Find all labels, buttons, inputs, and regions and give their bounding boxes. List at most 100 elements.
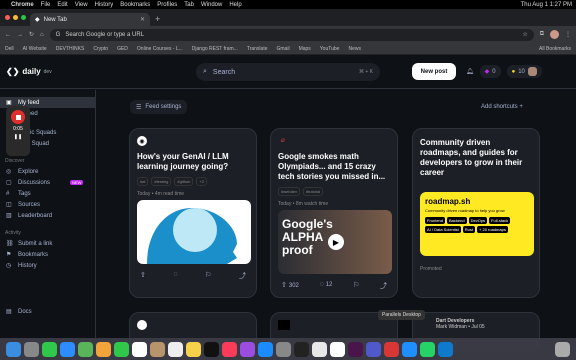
promo-title[interactable]: Community driven roadmaps, and guides fo…	[420, 138, 532, 178]
back-icon[interactable]: ←	[5, 32, 11, 38]
tag[interactable]: #tutorial	[303, 187, 324, 196]
bookmark-item[interactable]: GED	[117, 46, 128, 52]
sidebar-item-discussions[interactable]: ▢ Discussions NEW	[0, 177, 95, 188]
whatsapp-icon[interactable]	[420, 341, 435, 357]
bookmark-item[interactable]: Dell	[5, 46, 14, 52]
post-title[interactable]: Google smokes math Olympiads... and 15 c…	[278, 152, 390, 182]
messages-icon[interactable]	[42, 341, 57, 357]
mail-icon[interactable]	[60, 341, 75, 357]
trash-icon[interactable]	[555, 341, 570, 357]
calendar-icon[interactable]	[132, 341, 147, 357]
sidebar-item-submit-link[interactable]: ⛓ Submit a link	[0, 238, 95, 249]
upvote-button[interactable]: ⇧	[140, 271, 146, 281]
tag[interactable]: #ai	[137, 177, 149, 186]
play-icon[interactable]: ▶	[328, 234, 344, 250]
search-bar[interactable]: ⌕ Search ⌘ + K	[196, 63, 380, 81]
roadmap-banner[interactable]: roadmap.sh Community driven roadmap to h…	[420, 192, 534, 256]
sidebar-item-sources[interactable]: ◫ Sources	[0, 199, 95, 210]
reload-icon[interactable]: ↻	[29, 31, 34, 38]
parallels-icon[interactable]	[384, 341, 399, 357]
home-icon[interactable]: ⌂	[40, 32, 44, 38]
app-name[interactable]: Chrome	[11, 2, 34, 8]
tag[interactable]: #webdev	[278, 187, 301, 196]
tab-new-tab[interactable]: ◆ New Tab ✕	[30, 13, 150, 26]
tag[interactable]: +2	[196, 177, 208, 186]
github-source-icon[interactable]: ◉	[137, 136, 147, 146]
bookmark-star-icon[interactable]: ☆	[522, 31, 527, 38]
podcasts-icon[interactable]	[240, 341, 255, 357]
avatar[interactable]	[527, 67, 537, 76]
menu-edit[interactable]: Edit	[57, 2, 67, 8]
sidebar-item-history[interactable]: ◷ History	[0, 260, 95, 271]
bookmark-button[interactable]: ⚐	[205, 271, 211, 281]
bookmark-item[interactable]: Translate	[247, 46, 268, 52]
bookmark-item[interactable]: Online Courses - L...	[137, 46, 183, 52]
sidebar-item-docs[interactable]: ▤ Docs	[0, 306, 95, 317]
contacts-icon[interactable]	[150, 341, 165, 357]
terminal-icon[interactable]	[294, 341, 309, 357]
bookmark-item[interactable]: News	[348, 46, 361, 52]
feed-settings-button[interactable]: ☰ Feed settings	[130, 100, 188, 114]
settings-app-icon[interactable]	[276, 341, 291, 357]
reminders-icon[interactable]	[168, 341, 183, 357]
daily-dev-logo[interactable]: ❮❯ daily dev	[6, 67, 52, 76]
bookmark-item[interactable]: Gmail	[277, 46, 290, 52]
facetime-icon[interactable]	[114, 341, 129, 357]
pause-icon[interactable]: ❚❚	[14, 134, 22, 140]
maps-icon[interactable]	[78, 341, 93, 357]
menu-tab[interactable]: Tab	[184, 2, 194, 8]
reputation-pill[interactable]: ● 10	[506, 65, 542, 78]
extensions-icon[interactable]: ⧉	[540, 31, 544, 38]
share-button[interactable]: ⤴	[239, 271, 246, 281]
menu-profiles[interactable]: Profiles	[157, 2, 177, 8]
notes-icon[interactable]	[186, 341, 201, 357]
windows-icon[interactable]	[402, 341, 417, 357]
launchpad-icon[interactable]	[24, 341, 39, 357]
promoted-card[interactable]: Community driven roadmaps, and guides fo…	[412, 128, 540, 298]
profile-avatar[interactable]	[550, 30, 559, 39]
finder-icon[interactable]	[6, 341, 21, 357]
comment-button[interactable]: ◌	[173, 271, 177, 281]
music-icon[interactable]	[222, 341, 237, 357]
photos-icon[interactable]	[96, 341, 111, 357]
bookmark-item[interactable]: DEVTHINKS	[56, 46, 85, 52]
teams-icon[interactable]	[366, 341, 381, 357]
tv-icon[interactable]	[204, 341, 219, 357]
share-button[interactable]: ⤴	[380, 281, 387, 291]
omnibox[interactable]: G Search Google or type a URL ☆	[49, 28, 534, 41]
appstore-icon[interactable]	[258, 341, 273, 357]
upvote-button[interactable]: ⇧ 302	[281, 281, 299, 291]
zoom-window-button[interactable]	[21, 15, 26, 20]
vscode-icon[interactable]	[438, 341, 453, 357]
bell-icon[interactable]: 🔔︎	[466, 68, 474, 75]
menu-file[interactable]: File	[41, 2, 51, 8]
post-thumbnail[interactable]	[137, 200, 251, 264]
menu-help[interactable]: Help	[229, 2, 241, 8]
bookmark-item[interactable]: Crypto	[93, 46, 108, 52]
bookmark-item[interactable]: AI Website	[23, 46, 47, 52]
slack-icon[interactable]	[348, 341, 363, 357]
post-card[interactable]: 🔥︎ Google smokes math Olympiads... and 1…	[270, 128, 398, 298]
bookmark-item[interactable]: YouTube	[320, 46, 340, 52]
sidebar-item-tags[interactable]: # Tags	[0, 188, 95, 199]
menu-kebab-icon[interactable]: ⋮	[565, 31, 571, 38]
close-window-button[interactable]	[5, 15, 10, 20]
post-title[interactable]: How's your GenAI / LLM learning journey …	[137, 152, 249, 172]
bookmark-item[interactable]: Django REST fram...	[192, 46, 238, 52]
bookmark-item[interactable]: Maps	[299, 46, 311, 52]
fire-source-icon[interactable]: 🔥︎	[278, 136, 288, 146]
video-thumbnail[interactable]: Google's ALPHA proof ▶	[278, 210, 392, 274]
sidebar-item-bookmarks[interactable]: ⚑ Bookmarks	[0, 249, 95, 260]
sidebar-item-explore[interactable]: ◎ Explore	[0, 166, 95, 177]
menu-bookmarks[interactable]: Bookmarks	[120, 2, 150, 8]
menu-window[interactable]: Window	[201, 2, 222, 8]
all-bookmarks[interactable]: All Bookmarks	[539, 46, 571, 52]
streak-pill[interactable]: ◆ 0	[479, 65, 501, 78]
forward-icon[interactable]: →	[17, 32, 23, 38]
menu-history[interactable]: History	[95, 2, 114, 8]
comment-button[interactable]: ◌ 12	[320, 281, 333, 291]
stop-recording-button[interactable]	[11, 110, 25, 124]
chrome-icon[interactable]	[312, 341, 327, 357]
bookmark-button[interactable]: ⚐	[353, 281, 359, 291]
sidebar-item-leaderboard[interactable]: ▥ Leaderboard	[0, 210, 95, 221]
